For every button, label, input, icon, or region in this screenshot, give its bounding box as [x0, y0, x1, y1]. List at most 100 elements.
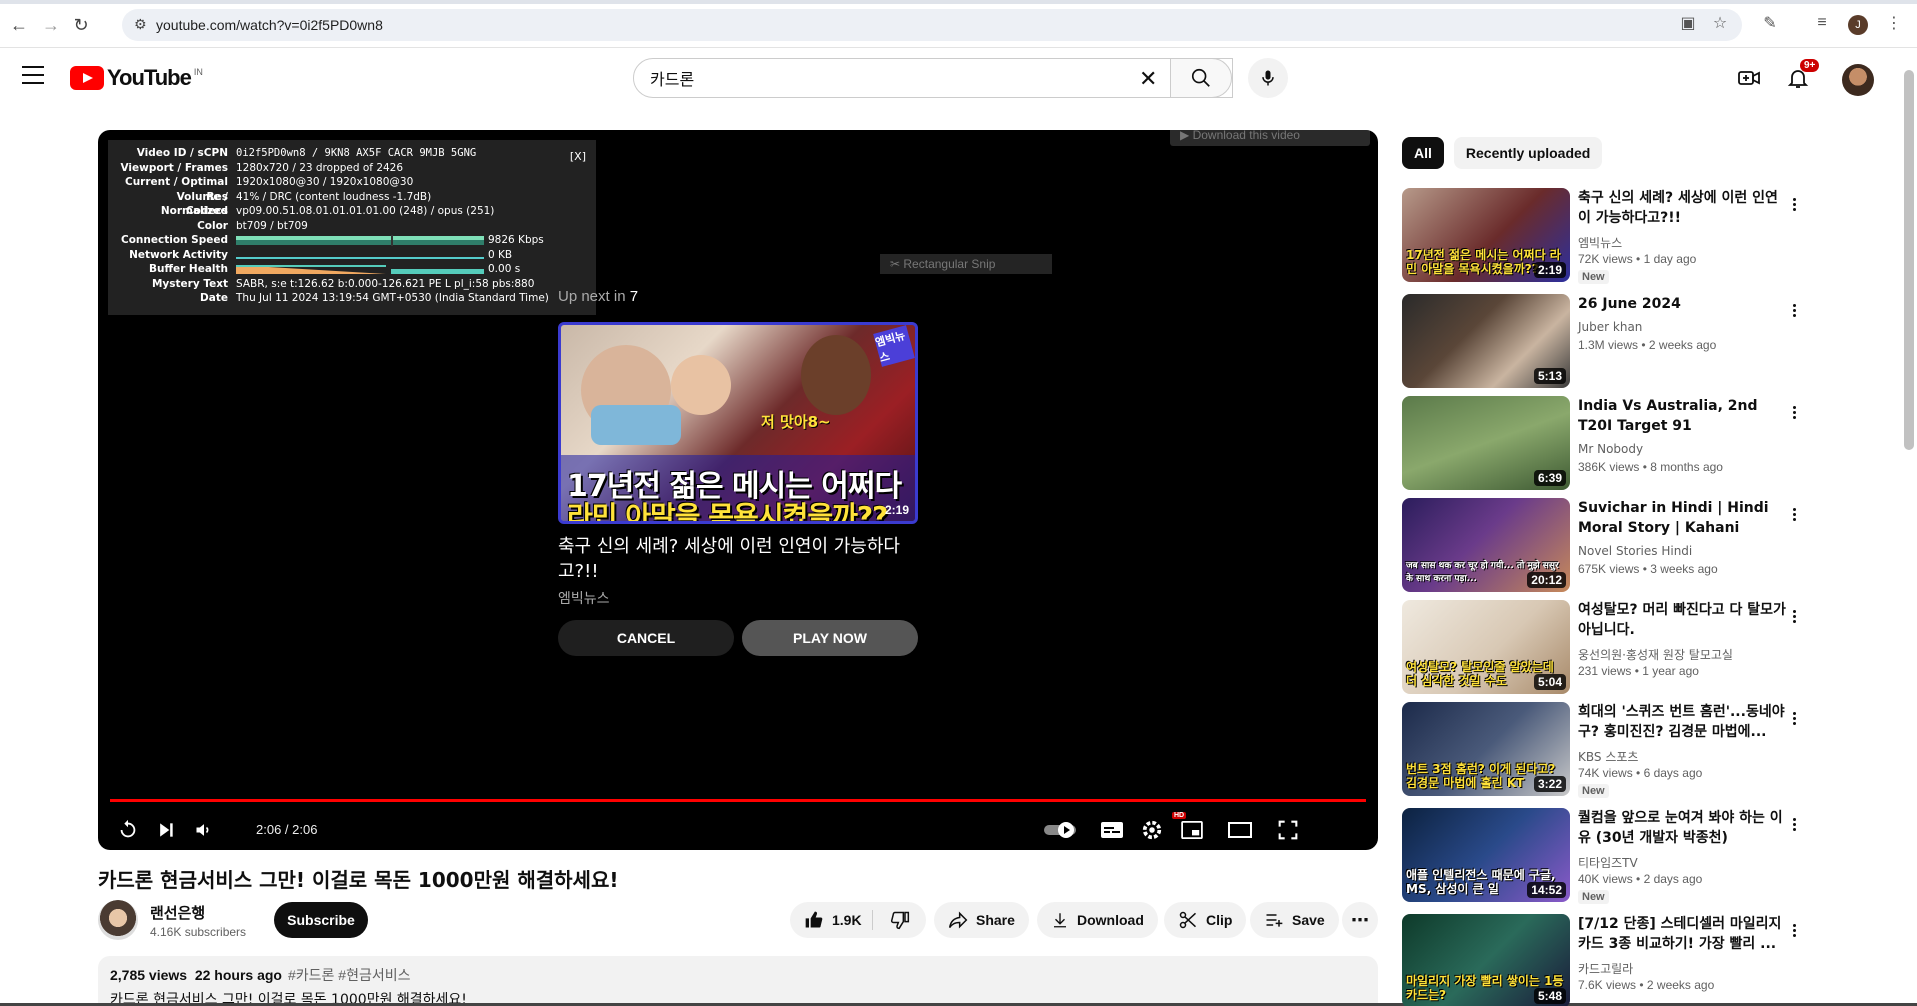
autoplay-toggle[interactable]: [1040, 816, 1080, 844]
cancel-autoplay-button[interactable]: CANCEL: [558, 620, 734, 656]
recommendation-channel[interactable]: KBS 스포츠: [1578, 748, 1638, 765]
recommendation-channel[interactable]: Mr Nobody: [1578, 442, 1643, 456]
more-options-icon[interactable]: [1782, 604, 1806, 628]
url-text[interactable]: youtube.com/watch?v=0i2f5PD0wn8: [156, 17, 383, 33]
browser-chrome: ← → ↻ ⚙ youtube.com/watch?v=0i2f5PD0wn8 …: [0, 0, 1917, 48]
dislike-icon[interactable]: [890, 910, 910, 930]
recommendation-item[interactable]: 마일리지 가장 빨리 쌓이는 1등 카드는? 5:48 [7/12 단종] 스테디셀…: [1402, 914, 1902, 1006]
more-options-icon[interactable]: [1782, 298, 1806, 322]
recommendation-item[interactable]: 번트 3점 홈런? 이게 된다고? 김경문 마법에 홀린 KT 3:22 희대의 '…: [1402, 702, 1902, 798]
reload-icon[interactable]: ↻: [68, 12, 94, 38]
address-bar[interactable]: ⚙ youtube.com/watch?v=0i2f5PD0wn8: [122, 9, 1742, 41]
recommendation-title[interactable]: 26 June 2024: [1578, 294, 1788, 314]
reading-list-icon[interactable]: ≡: [1808, 9, 1836, 37]
recommendation-title[interactable]: 희대의 '스퀴즈 번트 홈런'...동네야구? 홍미진진? 김경문 마법에...: [1578, 702, 1788, 742]
recommendation-title[interactable]: 축구 신의 세례? 세상에 이런 인연이 가능하다고?!!: [1578, 188, 1788, 228]
more-options-icon[interactable]: [1782, 706, 1806, 730]
bookmark-star-icon[interactable]: ☆: [1706, 9, 1734, 37]
channel-avatar[interactable]: [98, 900, 138, 940]
more-options-icon[interactable]: [1782, 192, 1806, 216]
more-options-icon[interactable]: [1782, 400, 1806, 424]
download-video-overlay[interactable]: ▶ Download this video: [1170, 130, 1370, 146]
description-box[interactable]: 2,785 views 22 hours ago #카드론 #현금서비스 카드론 …: [98, 956, 1378, 1006]
menu-hamburger-icon[interactable]: [22, 66, 46, 86]
more-options-icon[interactable]: [1782, 918, 1806, 942]
browser-profile-avatar[interactable]: J: [1848, 15, 1868, 35]
search-box[interactable]: ✕: [633, 58, 1233, 98]
microphone-icon: [1262, 70, 1274, 86]
recommendation-thumbnail[interactable]: 애플 인텔리전스 때문에 구글, MS, 삼성이 큰 일 14:52: [1402, 808, 1570, 902]
replay-icon[interactable]: [114, 816, 142, 844]
recommendation-title[interactable]: Suvichar in Hindi | Hindi Moral Story | …: [1578, 498, 1788, 538]
recommendation-thumbnail[interactable]: 17년전 젊은 메시는 어쩌다 라민 아말을 목욕시켰을까?? 2:19: [1402, 188, 1570, 282]
theater-mode-icon[interactable]: [1226, 816, 1254, 844]
hashtags[interactable]: #카드론 #현금서비스: [288, 967, 411, 983]
back-icon[interactable]: ←: [6, 12, 32, 38]
create-video-icon[interactable]: [1735, 64, 1763, 92]
search-button[interactable]: [1170, 58, 1232, 98]
site-info-icon[interactable]: ⚙: [134, 16, 147, 33]
recommendation-thumbnail[interactable]: 번트 3점 홈런? 이게 된다고? 김경문 마법에 홀린 KT 3:22: [1402, 702, 1570, 796]
video-player[interactable]: [X] Video ID / sCPN 0i2f5PD0wn8 / 9KN8 AX…: [98, 130, 1378, 850]
settings-gear-icon[interactable]: [1138, 816, 1166, 844]
volume-icon[interactable]: [190, 816, 218, 844]
forward-icon[interactable]: →: [38, 12, 64, 38]
recommendation-channel[interactable]: Juber khan: [1578, 320, 1642, 334]
chip-all[interactable]: All: [1402, 137, 1444, 169]
recommendation-item[interactable]: 6:39 India Vs Australia, 2nd T20I Target …: [1402, 396, 1902, 492]
recommendation-title[interactable]: [7/12 단종] 스테디셀러 마일리지 카드 3종 비교하기! 가장 빨리 .…: [1578, 914, 1788, 954]
recommendation-item[interactable]: 여성탈모? 탈모인줄 알았는데 더 심각한 것일 수도 5:04 여성탈모? 머리 …: [1402, 600, 1902, 696]
browser-menu-icon[interactable]: ⋮: [1880, 9, 1908, 37]
like-count[interactable]: 1.9K: [832, 912, 862, 928]
progress-bar[interactable]: [110, 799, 1366, 802]
miniplayer-icon[interactable]: [1178, 816, 1206, 844]
more-actions-button[interactable]: ⋯: [1342, 902, 1378, 938]
scrollbar-thumb[interactable]: [1904, 70, 1914, 450]
recommendation-item[interactable]: जब सास थक कर चूर हो गयी... तो मुझे ससुर …: [1402, 498, 1902, 594]
recommendation-channel[interactable]: 티타임즈TV: [1578, 854, 1638, 871]
up-next-thumbnail[interactable]: 저 맛아8~ 17년전 젊은 메시는 어쩌다 라민 아말을 목욕시켰을까?? 엠…: [558, 322, 918, 524]
stats-close-button[interactable]: [X]: [570, 150, 586, 163]
next-video-icon[interactable]: [152, 816, 180, 844]
recommendation-title[interactable]: India Vs Australia, 2nd T20I Target 91: [1578, 396, 1788, 436]
recommendation-item[interactable]: 17년전 젊은 메시는 어쩌다 라민 아말을 목욕시켰을까?? 2:19 축구 신의…: [1402, 188, 1902, 284]
channel-name[interactable]: 랜선은행: [150, 902, 205, 923]
thumb-figure: [671, 355, 731, 415]
chip-recently-uploaded[interactable]: Recently uploaded: [1453, 137, 1603, 169]
search-input[interactable]: [650, 59, 1130, 97]
share-button[interactable]: Share: [934, 902, 1029, 938]
play-now-button[interactable]: PLAY NOW: [742, 620, 918, 656]
recommendation-thumbnail[interactable]: 마일리지 가장 빨리 쌓이는 1등 카드는? 5:48: [1402, 914, 1570, 1006]
more-options-icon[interactable]: [1782, 812, 1806, 836]
recommendation-channel[interactable]: 카드고릴라: [1578, 960, 1633, 977]
subtitles-icon[interactable]: [1098, 816, 1126, 844]
install-app-icon[interactable]: ▣: [1674, 9, 1702, 37]
download-button[interactable]: Download: [1037, 902, 1158, 938]
like-icon[interactable]: [804, 910, 824, 930]
recommendation-item[interactable]: 애플 인텔리전스 때문에 구글, MS, 삼성이 큰 일 14:52 퀄컴을 앞으로…: [1402, 808, 1902, 904]
recommendation-channel[interactable]: 엠빅뉴스: [1578, 234, 1622, 251]
voice-search-button[interactable]: [1248, 58, 1288, 98]
subscribe-button[interactable]: Subscribe: [274, 902, 368, 938]
stats-row: Mystery Text SABR, s:e t:126.62 b:0.000-1…: [116, 277, 588, 292]
account-avatar[interactable]: [1842, 64, 1874, 96]
recommendation-item[interactable]: 5:13 26 June 2024 Juber khan 1.3M views • 2…: [1402, 294, 1902, 390]
stats-graph: [236, 234, 484, 246]
recommendation-thumbnail[interactable]: जब सास थक कर चूर हो गयी... तो मुझे ससुर …: [1402, 498, 1570, 592]
recommendation-title[interactable]: 여성탈모? 머리 빠진다고 다 탈모가 아닙니다.: [1578, 600, 1788, 640]
extensions-icon[interactable]: ✎: [1756, 9, 1784, 37]
recommendation-channel[interactable]: 웅선의원·홍성재 원장 탈모고실: [1578, 646, 1733, 663]
recommendation-thumbnail[interactable]: 6:39: [1402, 396, 1570, 490]
clear-search-icon[interactable]: ✕: [1139, 66, 1157, 92]
up-next-title[interactable]: 축구 신의 세례? 세상에 이런 인연이 가능하다고?!!: [558, 534, 918, 584]
more-options-icon[interactable]: [1782, 502, 1806, 526]
recommendation-title[interactable]: 퀄컴을 앞으로 눈여겨 봐야 하는 이유 (30년 개발자 박종천): [1578, 808, 1788, 848]
recommendation-thumbnail[interactable]: 5:13: [1402, 294, 1570, 388]
save-button[interactable]: Save: [1250, 902, 1339, 938]
fullscreen-icon[interactable]: [1274, 816, 1302, 844]
youtube-logo[interactable]: YouTube IN: [70, 65, 203, 90]
recommendation-channel[interactable]: Novel Stories Hindi: [1578, 544, 1692, 558]
view-count: 72K views: [1578, 252, 1633, 266]
clip-button[interactable]: Clip: [1164, 902, 1247, 938]
recommendation-thumbnail[interactable]: 여성탈모? 탈모인줄 알았는데 더 심각한 것일 수도 5:04: [1402, 600, 1570, 694]
